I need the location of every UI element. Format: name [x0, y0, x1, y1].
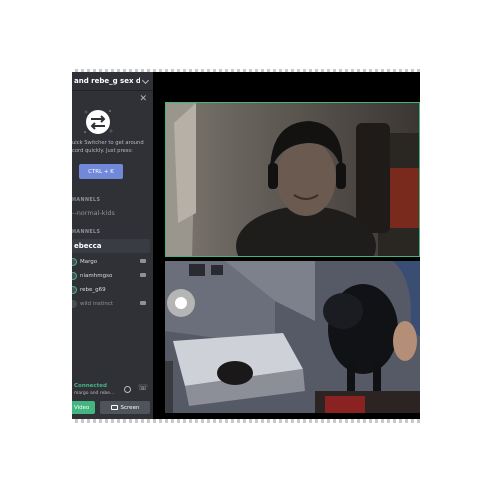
- connection-status[interactable]: Connected: [74, 383, 107, 389]
- screen-button-label: Screen: [120, 404, 140, 411]
- quick-switcher-icon: [84, 110, 113, 134]
- channel-sidebar: and rebe_g sex du... ✕ uick Switcher to …: [72, 72, 153, 421]
- avatar: [72, 285, 77, 294]
- voice-channels-header[interactable]: HANNELS: [72, 230, 100, 235]
- chevron-down-icon[interactable]: [141, 76, 150, 85]
- voice-user-name: niamhmgso: [80, 272, 113, 279]
- webcam-feed: [166, 103, 419, 256]
- video-button[interactable]: Video: [72, 401, 95, 414]
- voice-user-name: Margo: [80, 258, 98, 265]
- avatar: [72, 257, 77, 266]
- webcam-feed: [165, 261, 420, 413]
- close-icon[interactable]: ✕: [139, 95, 147, 104]
- voice-user[interactable]: rebe_g69: [72, 284, 153, 295]
- server-name: and rebe_g sex du...: [74, 77, 140, 85]
- voice-channel-name: ebecca: [74, 242, 102, 250]
- quick-switcher-text-line2: cord quickly. Just press:: [72, 148, 133, 154]
- call-controls: Video Screen: [72, 401, 153, 414]
- video-camera-icon: [140, 273, 146, 277]
- voice-user-name: wild instinct: [80, 300, 114, 307]
- avatar: [72, 299, 77, 308]
- voice-user-name: rebe_g69: [80, 286, 106, 293]
- screen-share-button[interactable]: Screen: [100, 401, 150, 414]
- torn-edge-bottom: [72, 419, 420, 423]
- voice-user[interactable]: wild instinct: [72, 298, 153, 309]
- voice-connection-panel: Connected margo and rebe... ☏: [72, 378, 153, 398]
- server-header[interactable]: and rebe_g sex du...: [72, 72, 153, 91]
- channel-normal-kids[interactable]: --normal-kids: [72, 209, 115, 217]
- video-tile[interactable]: [165, 261, 420, 413]
- quick-switcher-text-line1: uick Switcher to get around: [72, 140, 144, 146]
- video-camera-icon: [140, 259, 146, 263]
- connection-channel: margo and rebe...: [74, 391, 115, 396]
- video-camera-icon: [140, 301, 146, 305]
- screen-icon: [110, 405, 118, 410]
- voice-channel-active[interactable]: ebecca: [72, 239, 150, 253]
- voice-user[interactable]: Margo: [72, 256, 153, 267]
- text-channels-header[interactable]: HANNELS: [72, 198, 100, 203]
- avatar: [72, 271, 77, 280]
- quick-switcher-text: uick Switcher to get around cord quickly…: [72, 139, 152, 155]
- quick-switcher-popup: ✕ uick Switcher to get around cord quick…: [72, 92, 153, 187]
- discord-window: and rebe_g sex du... ✕ uick Switcher to …: [72, 72, 420, 421]
- noise-suppression-icon[interactable]: [124, 386, 131, 393]
- ctrl-k-button[interactable]: CTRL + K: [79, 164, 123, 179]
- voice-user[interactable]: niamhmgso: [72, 270, 153, 281]
- video-tile-speaking[interactable]: [165, 102, 420, 257]
- disconnect-icon[interactable]: ☏: [138, 384, 148, 392]
